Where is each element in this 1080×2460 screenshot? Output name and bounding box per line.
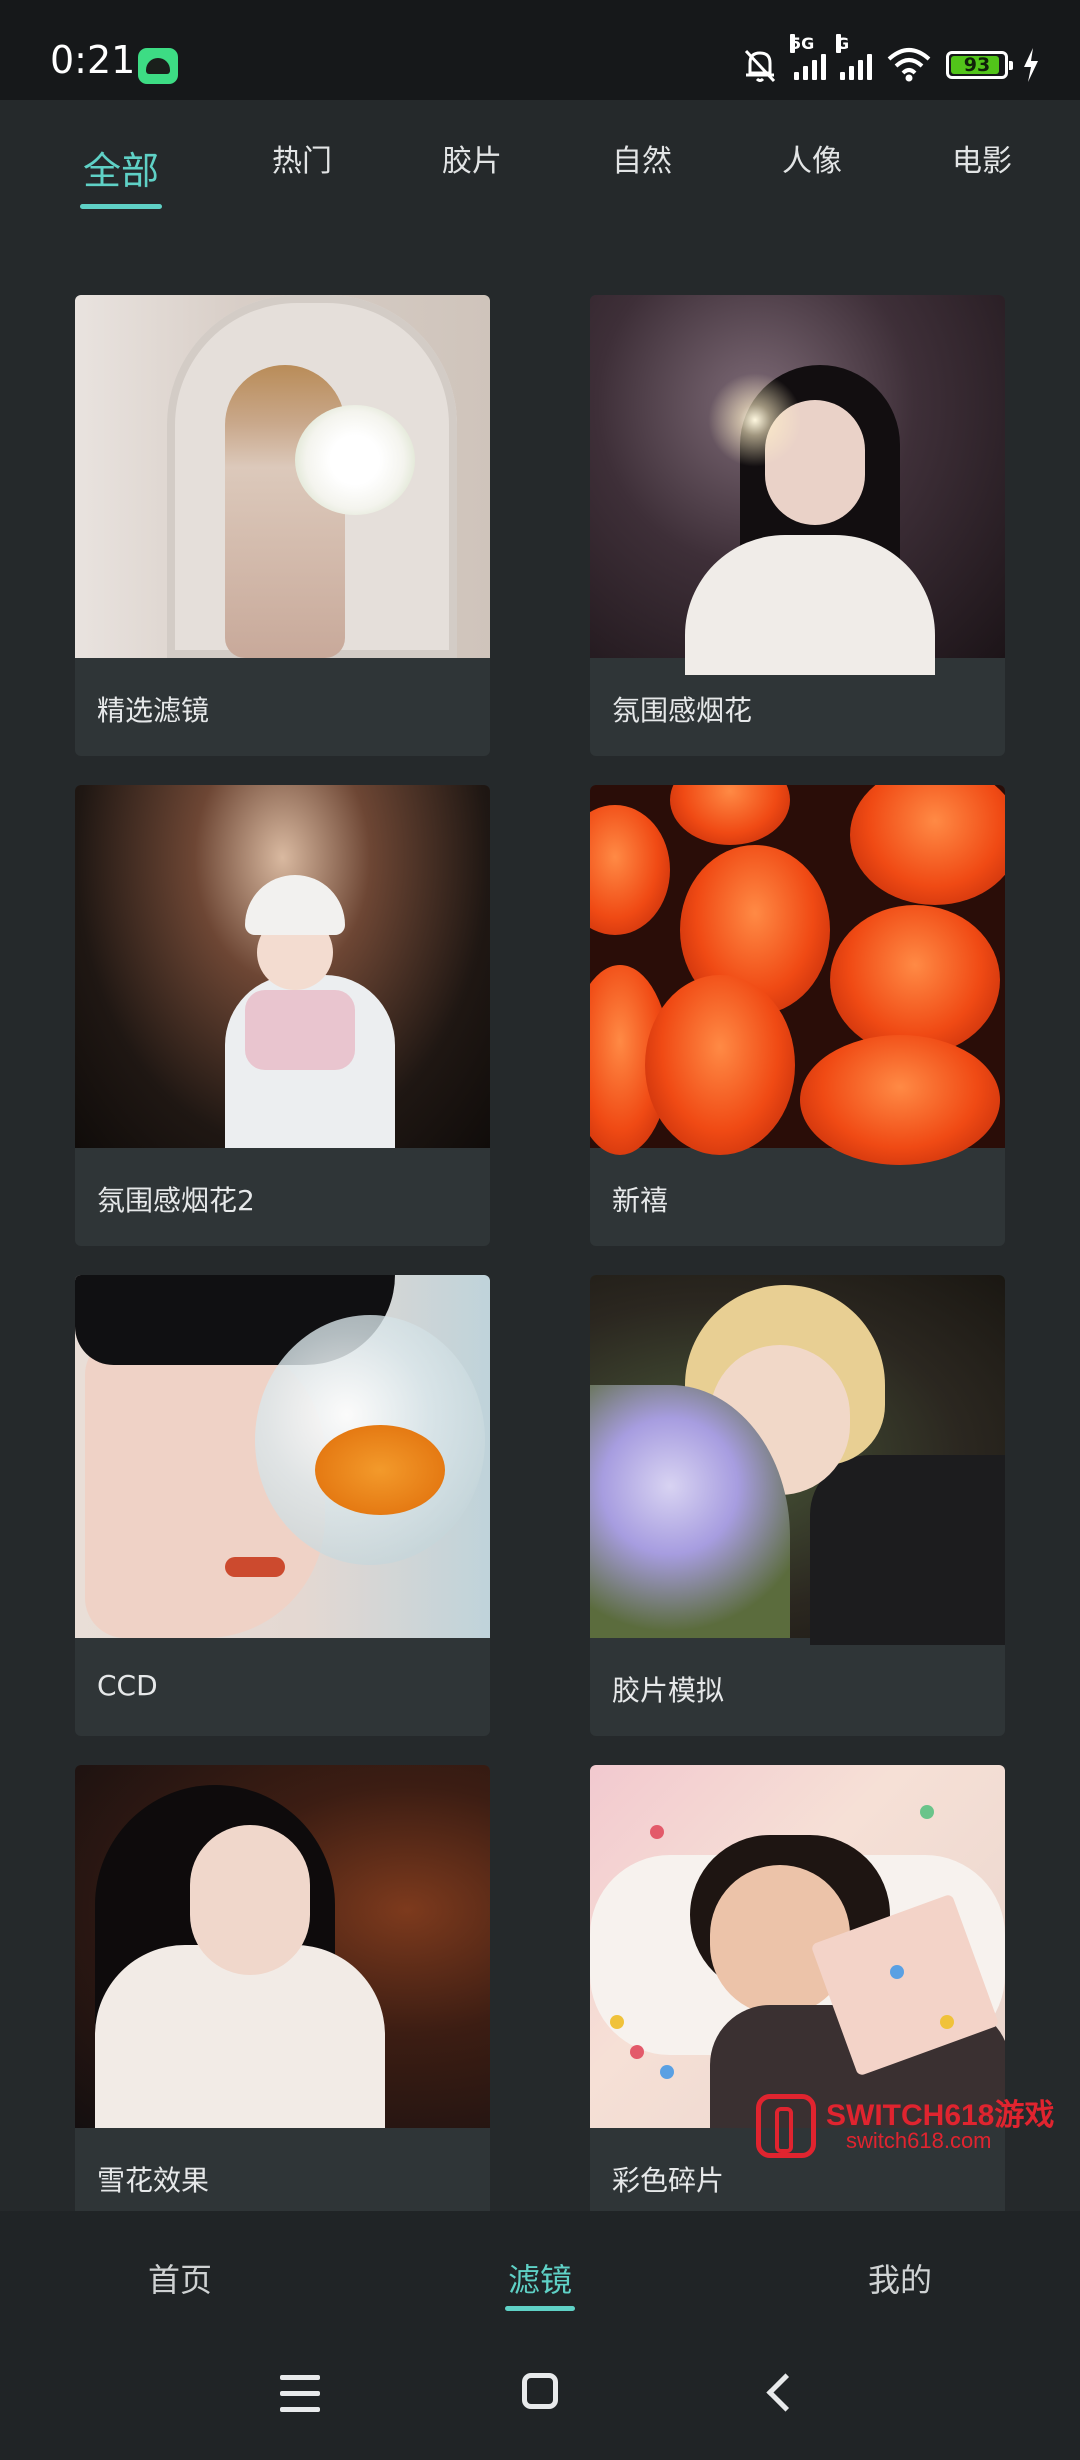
filter-card[interactable]: CCD: [75, 1275, 490, 1736]
watermark-subtitle: switch618.com: [846, 2128, 992, 2153]
filter-card[interactable]: 胶片模拟: [590, 1275, 1005, 1736]
active-tab-indicator: [80, 204, 162, 209]
filter-card[interactable]: 氛围感烟花: [590, 295, 1005, 756]
tab-hot[interactable]: 热门: [242, 136, 362, 180]
filter-card[interactable]: 氛围感烟花2: [75, 785, 490, 1246]
filter-grid: 精选滤镜 氛围感烟花 氛围感烟花2 新禧 CCD 胶片模拟 雪花效果 彩色碎片: [0, 295, 1080, 2211]
mute-bell-icon: [744, 49, 776, 83]
nav-home[interactable]: 首页: [100, 2255, 260, 2301]
filter-label: 胶片模拟: [612, 1674, 725, 1707]
filter-thumbnail: [75, 1765, 490, 2128]
filter-thumbnail: [75, 785, 490, 1148]
watermark: SWITCH618游戏 switch618.com: [756, 2090, 1066, 2160]
android-notification-icon: [138, 48, 178, 84]
tab-nature[interactable]: 自然: [582, 136, 702, 180]
nav-profile[interactable]: 我的: [820, 2255, 980, 2301]
bottom-nav: 首页 滤镜 我的: [0, 2211, 1080, 2331]
back-icon[interactable]: [740, 2359, 820, 2429]
tab-film[interactable]: 胶片: [412, 136, 532, 180]
filter-label: 彩色碎片: [612, 2164, 725, 2197]
filter-thumbnail: [75, 295, 490, 658]
home-icon[interactable]: [500, 2359, 580, 2429]
filter-label: 精选滤镜: [97, 694, 210, 727]
filter-label: 新禧: [612, 1184, 669, 1217]
watermark-logo-icon: [756, 2094, 816, 2158]
filter-thumbnail: [590, 785, 1005, 1165]
filter-thumbnail: [590, 1275, 1005, 1645]
filter-thumbnail: [590, 1765, 1005, 2128]
filter-card[interactable]: 新禧: [590, 785, 1005, 1246]
charging-bolt-icon: [1024, 48, 1038, 82]
status-bar: 0:21 5G G 93: [0, 0, 1080, 100]
battery-level-text: 93: [963, 54, 991, 76]
tab-all[interactable]: 全部: [61, 140, 181, 195]
battery-icon: 93: [946, 51, 1013, 79]
wifi-icon: [887, 48, 931, 82]
tab-portrait[interactable]: 人像: [752, 136, 872, 180]
category-tabs: 全部 热门 胶片 自然 人像 电影: [0, 100, 1080, 230]
nav-filters[interactable]: 滤镜: [460, 2255, 620, 2301]
active-nav-indicator: [505, 2306, 575, 2311]
filter-thumbnail: [75, 1275, 490, 1638]
signal-g-label: G: [836, 34, 850, 53]
filter-label: CCD: [97, 1669, 158, 1702]
status-time: 0:21: [50, 38, 136, 82]
system-nav-bar: [0, 2331, 1080, 2460]
signal-g-icon: G: [836, 34, 872, 80]
tab-movie[interactable]: 电影: [922, 136, 1042, 180]
filter-thumbnail: [590, 295, 1005, 675]
filter-card[interactable]: 雪花效果: [75, 1765, 490, 2211]
filter-label: 氛围感烟花2: [97, 1184, 255, 1217]
signal-5g-label: 5G: [790, 34, 815, 53]
status-icons: 5G G 93: [740, 34, 1040, 90]
filter-card[interactable]: 精选滤镜: [75, 295, 490, 756]
filter-label: 雪花效果: [97, 2164, 210, 2197]
filter-label: 氛围感烟花: [612, 694, 753, 727]
menu-icon[interactable]: [260, 2359, 340, 2429]
signal-5g-icon: 5G: [790, 34, 826, 80]
